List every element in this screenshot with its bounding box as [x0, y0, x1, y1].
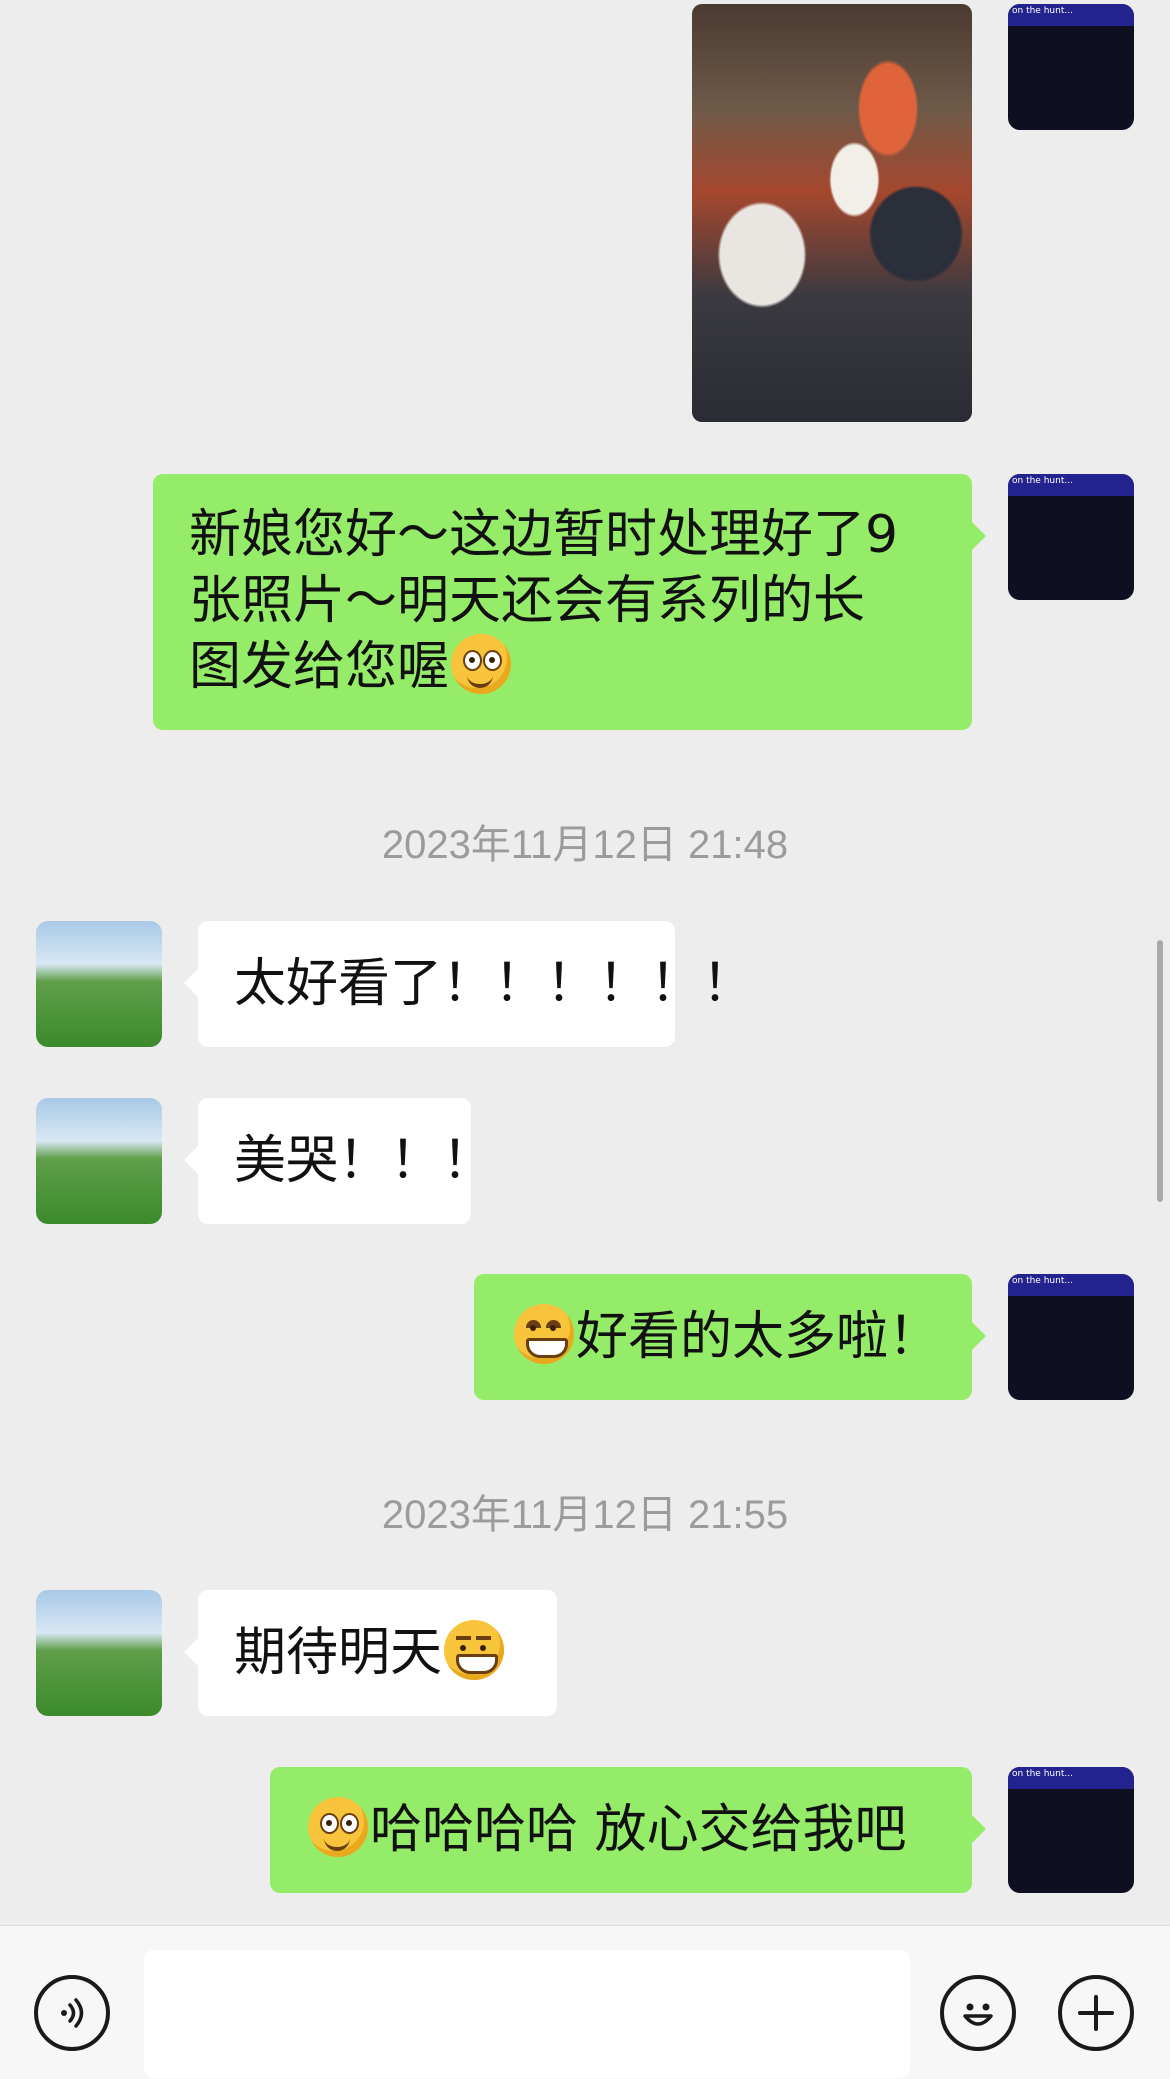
- message-text: 好看的太多啦！: [576, 1307, 941, 1367]
- self-avatar[interactable]: on the hunt...: [1008, 474, 1134, 600]
- message-line: 张照片～明天还会有系列的长: [189, 571, 866, 631]
- message-text: 期待明天: [234, 1623, 443, 1683]
- message-line: 图发给您喔: [189, 637, 450, 697]
- contact-avatar[interactable]: [36, 921, 162, 1047]
- emoji-icon: [963, 2003, 993, 2026]
- avatar-caption: on the hunt...: [1012, 1276, 1073, 1286]
- thinking-face-icon: [308, 1797, 368, 1857]
- emoji-button[interactable]: [940, 1975, 1016, 2051]
- message-input[interactable]: [144, 1950, 910, 2078]
- thinking-face-icon: [451, 634, 512, 694]
- grimacing-grin-icon: [444, 1620, 505, 1680]
- incoming-message[interactable]: 美哭！！！: [184, 1098, 494, 1224]
- incoming-message[interactable]: 期待明天: [184, 1590, 557, 1716]
- outgoing-message[interactable]: 新娘您好～这边暂时处理好了9 张照片～明天还会有系列的长 图发给您喔: [153, 474, 986, 730]
- outgoing-message[interactable]: 哈哈哈哈 放心交给我吧: [270, 1767, 986, 1893]
- grinning-face-icon: [514, 1304, 574, 1364]
- message-text: 太好看了！！！！！！: [234, 954, 755, 1014]
- voice-button[interactable]: [34, 1975, 110, 2051]
- timestamp: 2023年11月12日 21:55: [381, 1493, 789, 1537]
- contact-avatar[interactable]: [36, 1590, 162, 1716]
- self-avatar[interactable]: on the hunt...: [1008, 1767, 1134, 1893]
- voice-icon: [61, 1998, 84, 2028]
- chat-image-message[interactable]: [692, 4, 972, 422]
- message-line: 新娘您好～这边暂时处理好了9: [189, 505, 899, 565]
- incoming-message[interactable]: 太好看了！！！！！！: [184, 921, 754, 1047]
- avatar-caption: on the hunt...: [1012, 1769, 1073, 1779]
- message-text: 哈哈哈哈 放心交给我吧: [370, 1800, 907, 1860]
- contact-avatar[interactable]: [36, 1098, 162, 1224]
- avatar-caption: on the hunt...: [1012, 6, 1073, 16]
- outgoing-message[interactable]: 好看的太多啦！: [474, 1274, 986, 1400]
- input-bar: [0, 1925, 1170, 2079]
- plus-button[interactable]: [1058, 1975, 1134, 2051]
- plus-icon: [1078, 1995, 1114, 2031]
- message-text: 美哭！！！: [234, 1131, 495, 1191]
- self-avatar[interactable]: on the hunt...: [1008, 4, 1134, 130]
- self-avatar[interactable]: on the hunt...: [1008, 1274, 1134, 1400]
- timestamp: 2023年11月12日 21:48: [381, 823, 789, 867]
- chat-scrollbar[interactable]: [1157, 940, 1163, 1202]
- avatar-caption: on the hunt...: [1012, 476, 1073, 486]
